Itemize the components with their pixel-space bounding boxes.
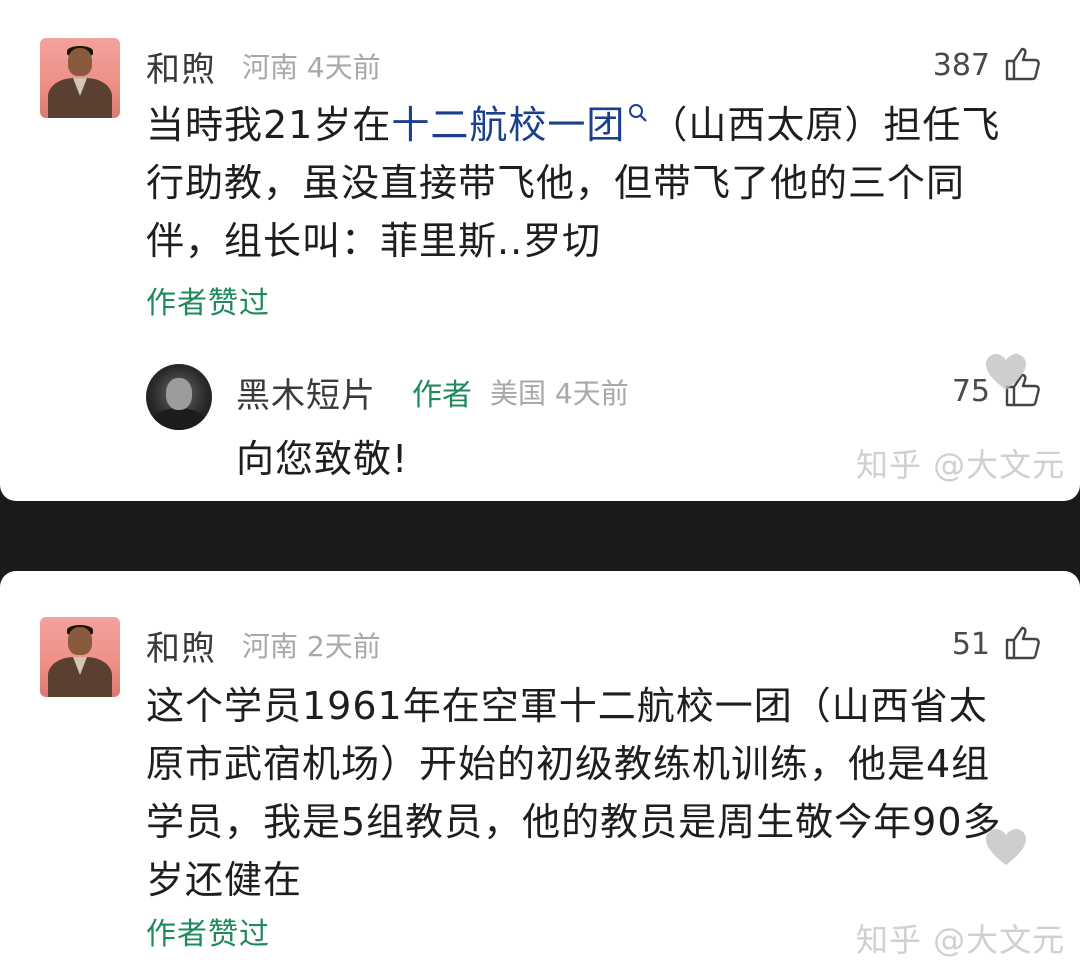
comment-card: 和煦 河南 4天前 387 当時我21岁在十二航校一团 （山西太原）担任飞 行助教… (0, 0, 1080, 501)
search-icon[interactable] (627, 102, 649, 124)
time-label: 4天前 (554, 377, 629, 410)
comment-username[interactable]: 和煦 (146, 42, 216, 91)
content-text: 行助教，虽没直接带飞他，但带飞了他的三个同 (146, 161, 966, 205)
author-badge: 作者 (412, 378, 472, 413)
reply-username[interactable]: 黑木短片 (236, 368, 376, 417)
heart-icon (986, 354, 1026, 390)
time-label: 4天前 (306, 51, 381, 84)
reply-like-count: 75 (951, 374, 990, 409)
content-text: 伴，组长叫：菲里斯..罗切 (146, 219, 602, 263)
reply-content: 向您致敬! (236, 437, 409, 481)
comment-card: 和煦 河南 2天前 51 这个学员1961年在空軍十二航校一团（山西省太 原市武… (0, 571, 1080, 971)
reply-avatar[interactable] (146, 364, 212, 430)
time-label: 2天前 (306, 630, 381, 663)
watermark: 知乎 @大文元 (856, 921, 1066, 959)
comment-meta: 河南 2天前 (242, 625, 381, 665)
content-text: 原市武宿机场）开始的初级教练机训练，他是4组 (146, 742, 991, 786)
location-label: 河南 (242, 51, 299, 84)
watermark: 知乎 @大文元 (856, 446, 1066, 484)
content-text: 学员，我是5组教员，他的教员是周生敬今年90多 (146, 800, 1002, 844)
like-count: 51 (951, 627, 990, 662)
content-text: 岁还健在 (146, 858, 303, 902)
user-avatar[interactable] (40, 38, 120, 118)
like-count: 387 (932, 48, 990, 83)
location-label: 河南 (242, 630, 299, 663)
content-text: 这个学员1961年在空軍十二航校一团（山西省太 (146, 684, 988, 728)
thumbs-up-icon[interactable] (1004, 625, 1042, 661)
content-text: 当時我21岁在 (146, 103, 392, 147)
reply-meta: 美国 4天前 (490, 372, 629, 412)
comment-meta: 河南 4天前 (242, 46, 381, 86)
location-label: 美国 (490, 377, 547, 410)
comment-username[interactable]: 和煦 (146, 621, 216, 670)
topic-link[interactable]: 十二航校一团 (391, 103, 625, 147)
content-text: （山西太原）担任飞 (649, 103, 1001, 147)
comment-content: 这个学员1961年在空軍十二航校一团（山西省太 原市武宿机场）开始的初级教练机训… (146, 677, 1066, 909)
liked-by-author-label: 作者赞过 (146, 917, 270, 952)
heart-icon (986, 829, 1026, 865)
comment-content: 当時我21岁在十二航校一团 （山西太原）担任飞 行助教，虽没直接带飞他，但带飞了他… (146, 96, 1056, 270)
liked-by-author-label: 作者赞过 (146, 286, 270, 321)
user-avatar[interactable] (40, 617, 120, 697)
thumbs-up-icon[interactable] (1004, 46, 1042, 82)
